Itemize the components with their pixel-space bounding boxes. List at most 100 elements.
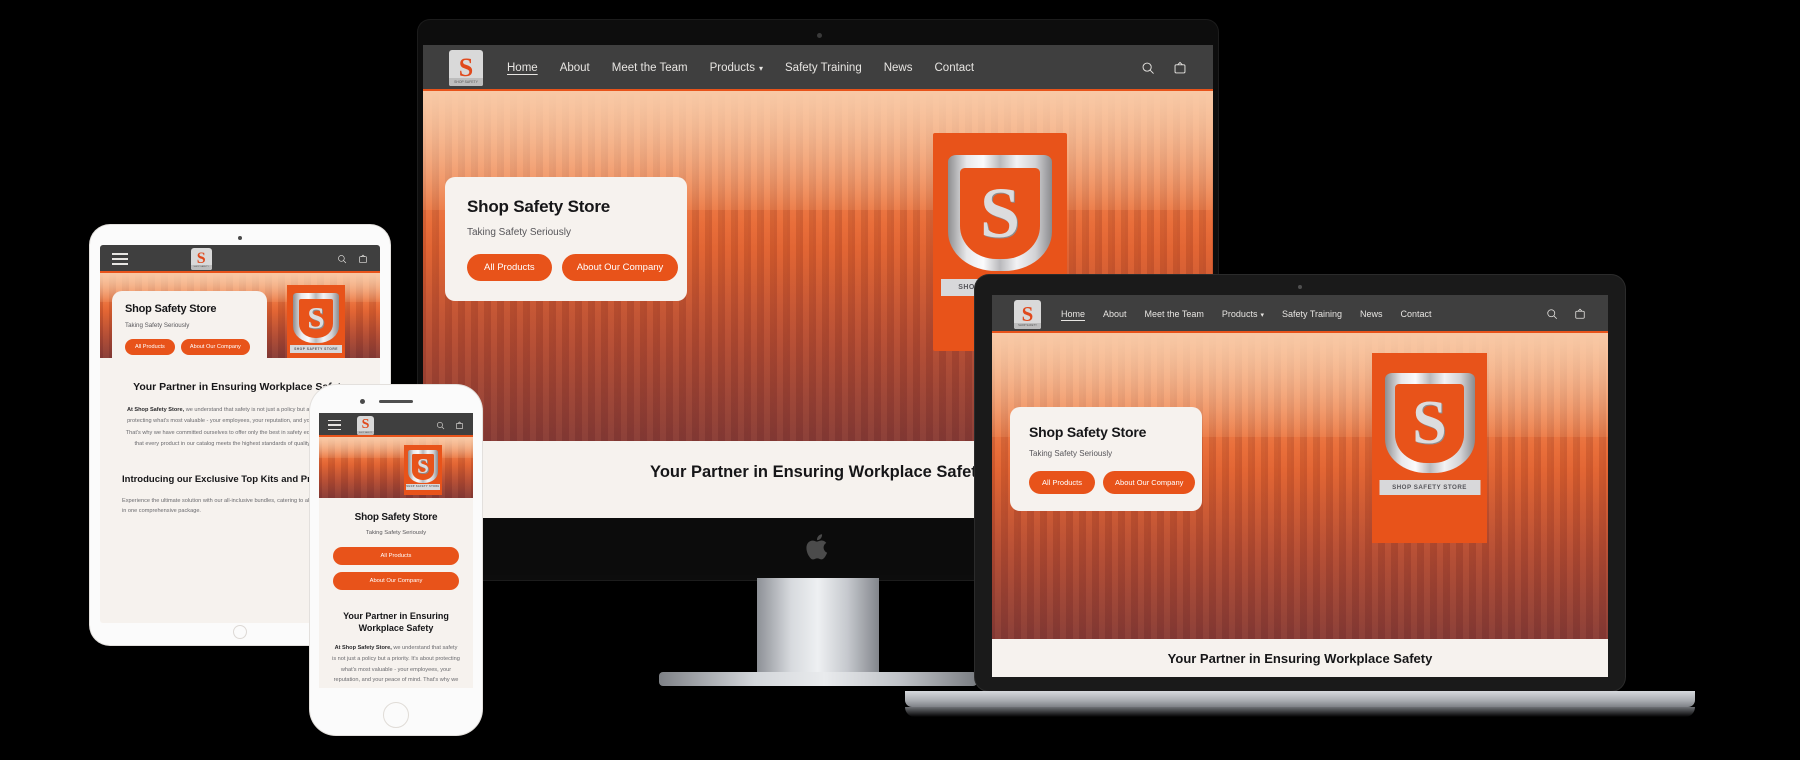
- search-icon[interactable]: [1141, 61, 1155, 75]
- nav-item-about[interactable]: About: [560, 62, 590, 74]
- macbook-camera-dot: [1298, 285, 1302, 289]
- section-body-lead: At Shop Safety Store,: [334, 645, 392, 652]
- shield-shape: S: [948, 155, 1052, 271]
- chevron-down-icon: ▾: [759, 64, 764, 73]
- shield-ribbon: SHOP SAFETY STORE: [406, 484, 440, 490]
- cart-icon[interactable]: [358, 254, 368, 264]
- shield-shape: S: [408, 450, 438, 483]
- device-iphone-mobile: S SHOP SAFETY STORE S SHOP: [310, 385, 482, 735]
- apple-logo-icon: [806, 533, 828, 559]
- site-logo[interactable]: S SHOP SAFETY STORE: [357, 415, 374, 435]
- hero-subtitle: Taking Safety Seriously: [125, 322, 190, 329]
- about-our-company-button[interactable]: About Our Company: [180, 339, 250, 355]
- iphone-screen: S SHOP SAFETY STORE S SHOP: [319, 413, 473, 688]
- shield-ribbon: SHOP SAFETY STORE: [290, 345, 342, 353]
- logo-letter: S: [1021, 301, 1034, 326]
- laptop-navbar: S SHOP SAFETY STORE Home About Meet the …: [992, 295, 1608, 333]
- mobile-hero-card: Shop Safety Store Taking Safety Seriousl…: [319, 498, 473, 590]
- laptop-banner-headline: Your Partner in Ensuring Workplace Safet…: [992, 639, 1608, 677]
- ipad-home-button[interactable]: [233, 625, 247, 639]
- shield-inner: S: [960, 167, 1040, 260]
- laptop-hero-card: Shop Safety Store Taking Safety Seriousl…: [1010, 407, 1202, 511]
- shield-shape: S: [293, 293, 339, 343]
- site-logo[interactable]: S SHOP SAFETY STORE: [449, 50, 483, 86]
- laptop-nav-links: Home About Meet the Team Products ▾ Safet…: [1061, 309, 1432, 319]
- hero-title: Shop Safety Store: [467, 197, 611, 216]
- about-our-company-button[interactable]: About Our Company: [333, 572, 459, 590]
- nav-item-meet-the-team[interactable]: Meet the Team: [1145, 309, 1204, 319]
- hero-shield-badge: S SHOP SAFETY STORE: [287, 285, 345, 358]
- hero-button-group: All Products About Our Company: [467, 254, 679, 281]
- nav-item-products[interactable]: Products ▾: [1222, 309, 1264, 319]
- desktop-nav-icons: [1141, 61, 1187, 75]
- desktop-nav-links: Home About Meet the Team Products ▾ Safet…: [507, 62, 974, 74]
- hamburger-icon[interactable]: [112, 253, 128, 265]
- all-products-button[interactable]: All Products: [125, 339, 175, 355]
- device-mockup-scene: S SHOP SAFETY STORE Home About Meet the …: [0, 0, 1800, 760]
- laptop-hero: S SHOP SAFETY STORE Shop Safety Store Ta…: [992, 333, 1608, 639]
- hero-button-group: All Products About Our Company: [333, 547, 459, 590]
- section-heading: Your Partner in Ensuring Workplace Safet…: [343, 611, 449, 634]
- shield-inner: S: [411, 453, 435, 480]
- hero-button-group: All Products About Our Company: [125, 339, 254, 355]
- chevron-down-icon: ▾: [1260, 312, 1264, 319]
- cart-icon[interactable]: [1173, 61, 1187, 75]
- nav-item-home[interactable]: Home: [1061, 309, 1085, 319]
- nav-item-news[interactable]: News: [1360, 309, 1383, 319]
- shield-inner: S: [1395, 384, 1464, 463]
- logo-band-text: SHOP SAFETY STORE: [190, 265, 212, 270]
- shield-inner: S: [298, 298, 334, 338]
- section-body-rest: we understand that safety is not just a …: [332, 645, 460, 688]
- nav-item-meet-the-team[interactable]: Meet the Team: [612, 62, 688, 74]
- iphone-speaker: [379, 400, 413, 403]
- hero-button-group: All Products About Our Company: [1029, 471, 1196, 494]
- hero-title: Shop Safety Store: [1029, 424, 1147, 440]
- nav-item-about[interactable]: About: [1103, 309, 1127, 319]
- nav-item-news[interactable]: News: [884, 62, 913, 74]
- desktop-navbar: S SHOP SAFETY STORE Home About Meet the …: [423, 45, 1213, 91]
- all-products-button[interactable]: All Products: [467, 254, 552, 281]
- laptop-nav-icons: [1546, 308, 1586, 320]
- iphone-home-button[interactable]: [383, 702, 409, 728]
- section-body-lead: At Shop Safety Store,: [126, 407, 185, 414]
- tablet-hero-card: Shop Safety Store Taking Safety Seriousl…: [112, 291, 267, 358]
- nav-item-home[interactable]: Home: [507, 62, 538, 74]
- cart-icon[interactable]: [455, 421, 464, 430]
- hero-subtitle: Taking Safety Seriously: [1029, 449, 1113, 458]
- site-logo[interactable]: S SHOP SAFETY STORE: [190, 248, 212, 270]
- tablet-navbar: S SHOP SAFETY STORE: [100, 245, 380, 273]
- search-icon[interactable]: [1546, 308, 1558, 320]
- about-our-company-button[interactable]: About Our Company: [1103, 471, 1196, 494]
- hero-title: Shop Safety Store: [354, 512, 438, 523]
- about-our-company-button[interactable]: About Our Company: [561, 254, 679, 281]
- logo-band-text: SHOP SAFETY STORE: [449, 78, 483, 86]
- nav-item-contact[interactable]: Contact: [1401, 309, 1432, 319]
- shield-letter: S: [979, 173, 1021, 254]
- nav-item-safety-training[interactable]: Safety Training: [1282, 309, 1342, 319]
- logo-band-text: SHOP SAFETY STORE: [357, 430, 374, 435]
- search-icon[interactable]: [436, 421, 445, 430]
- shield-letter: S: [307, 300, 325, 336]
- hero-shield-badge: S SHOP SAFETY STORE: [1372, 353, 1487, 543]
- nav-item-products[interactable]: Products ▾: [710, 62, 763, 74]
- shield-letter: S: [1412, 388, 1447, 457]
- cart-icon[interactable]: [1574, 308, 1586, 320]
- imac-stand-foot: [659, 672, 977, 686]
- mobile-hero: S SHOP SAFETY STORE: [319, 437, 473, 498]
- mobile-nav-icons: [436, 421, 464, 430]
- nav-item-contact[interactable]: Contact: [935, 62, 975, 74]
- shield-letter: S: [417, 454, 429, 479]
- hamburger-icon[interactable]: [328, 420, 341, 430]
- nav-item-products-label: Products: [709, 62, 755, 74]
- search-icon[interactable]: [337, 254, 347, 264]
- all-products-button[interactable]: All Products: [333, 547, 459, 565]
- all-products-button[interactable]: All Products: [1029, 471, 1096, 494]
- nav-item-safety-training[interactable]: Safety Training: [785, 62, 862, 74]
- tablet-nav-icons: [337, 254, 368, 264]
- site-logo[interactable]: S SHOP SAFETY STORE: [1014, 299, 1041, 329]
- macbook-screen: S SHOP SAFETY STORE Home About Meet the …: [992, 295, 1608, 677]
- macbook-base-shadow: [905, 707, 1695, 717]
- shield-shape: S: [1384, 373, 1475, 473]
- imac-camera-dot: [817, 33, 822, 38]
- desktop-hero-card: Shop Safety Store Taking Safety Seriousl…: [445, 177, 687, 301]
